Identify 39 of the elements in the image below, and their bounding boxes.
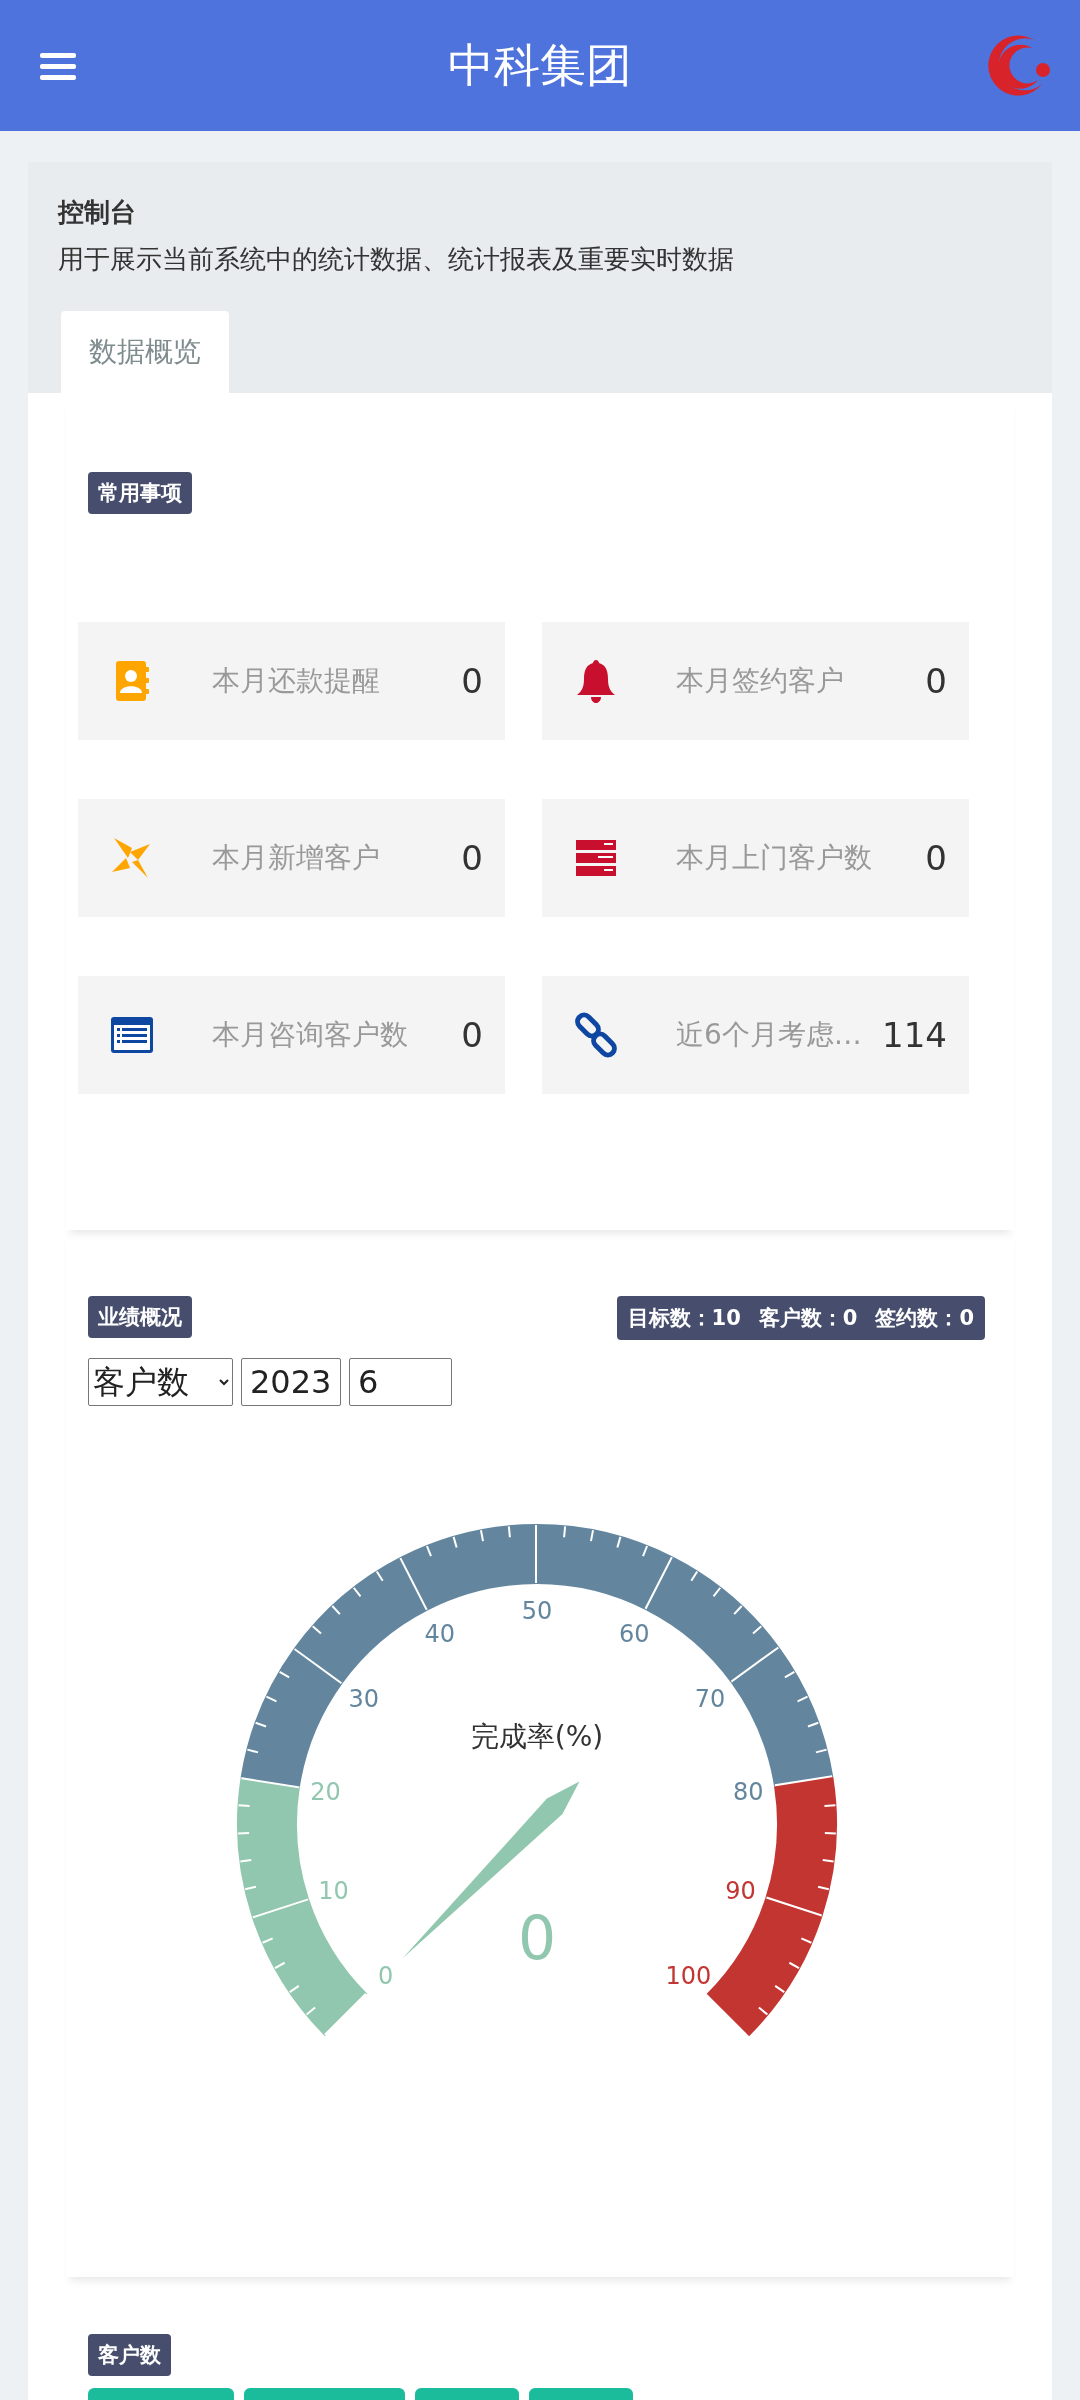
summary-text: 签约数：0 [875,1305,974,1332]
link-icon [572,1011,620,1059]
tile-label: 近6个月考虑… [676,1017,863,1053]
tile-count: 0 [461,1015,483,1055]
gauge-tick-label: 60 [618,1620,649,1649]
gauge-tick-label: 50 [521,1597,552,1625]
tile-count: 0 [925,661,947,701]
section-badge: 业绩概况 [88,1296,192,1338]
gauge-value: 0 [517,1903,556,1973]
gauge-tick-label: 90 [724,1877,756,1906]
page-subtitle: 用于展示当前系统中的统计数据、统计报表及重要实时数据 [58,243,735,276]
app-title: 中科集团 [448,37,632,92]
tile-label: 本月新增客户 [212,840,381,876]
page-title: 控制台 [58,196,137,229]
tile-label: 本月签约客户 [676,663,845,699]
section-badge: 常用事项 [88,472,192,514]
gauge-tick-label: 30 [348,1685,379,1714]
type-select[interactable]: 客户数 [88,1358,233,1406]
tile-count: 0 [461,661,483,701]
gauge-tick-label: 100 [664,1962,711,1991]
tile-count: 0 [925,838,947,878]
gauge-title: 完成率(%) [470,1720,603,1753]
section-badge: 客户数 [88,2334,171,2376]
gauge-tick-label: 10 [317,1877,349,1906]
tile-label: 本月上门客户数 [676,840,873,876]
gauge-tick-label: 0 [377,1962,393,1991]
summary-text: 目标数：10 [627,1305,741,1332]
month-field[interactable]: 6 [349,1358,452,1406]
gauge-tick-label: 40 [424,1620,455,1649]
year-field[interactable]: 2023 [241,1358,341,1406]
menu-icon[interactable] [40,51,76,80]
tile-count: 114 [882,1015,947,1055]
summary-text: 客户数：0 [758,1305,858,1332]
gauge-tick-label: 70 [694,1685,725,1714]
tile-label: 本月还款提醒 [212,663,381,699]
gauge-tick-label: 20 [309,1777,341,1806]
gauge-tick-label: 80 [732,1777,764,1806]
tile-label: 本月咨询客户数 [212,1017,409,1053]
tile-count: 0 [461,838,483,878]
